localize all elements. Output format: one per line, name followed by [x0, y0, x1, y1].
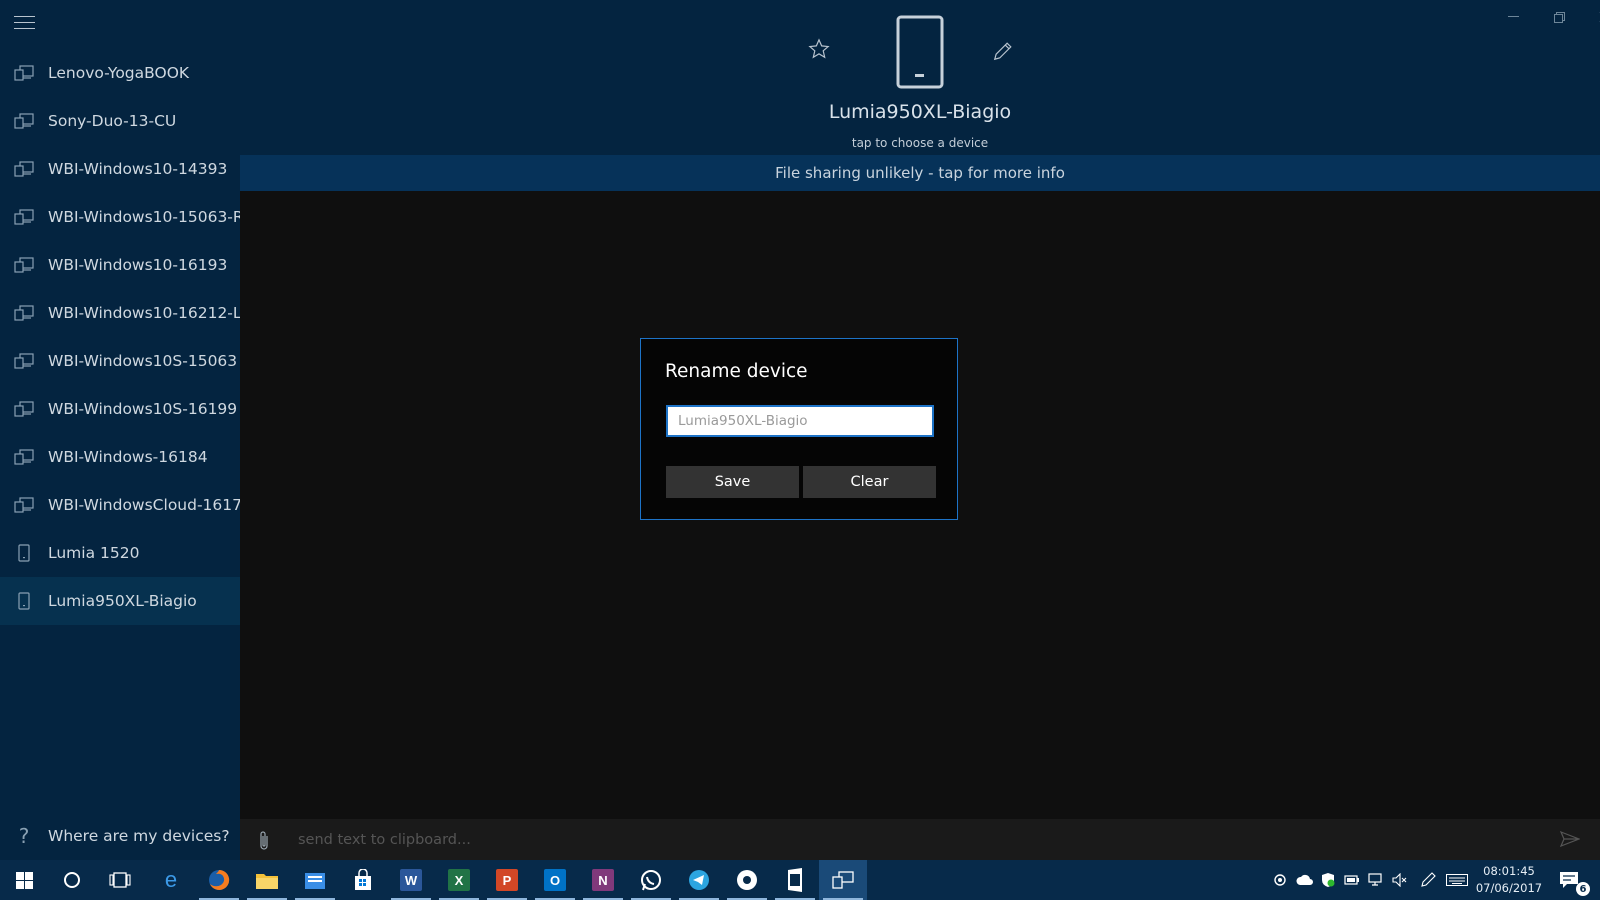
question-mark-icon: ?	[18, 824, 30, 848]
sidebar-device-item[interactable]: WBI-Windows10S-15063	[0, 337, 240, 385]
attachment-paperclip-icon[interactable]	[258, 830, 270, 856]
sidebar-device-item[interactable]: WBI-Windows10-14393	[0, 145, 240, 193]
sidebar-device-item[interactable]: Sony-Duo-13-CU	[0, 97, 240, 145]
favorite-star-icon[interactable]	[808, 38, 830, 64]
sidebar-device-label: WBI-Windows10-14393	[48, 160, 228, 178]
sidebar-device-item[interactable]: WBI-Windows10S-16199	[0, 385, 240, 433]
clock-time: 08:01:45	[1483, 864, 1535, 878]
pc-icon	[0, 497, 48, 513]
start-windows-icon[interactable]	[0, 860, 48, 900]
notification-count-badge: 6	[1576, 882, 1590, 896]
sidebar-device-item[interactable]: WBI-Windows10-16193	[0, 241, 240, 289]
pc-icon	[0, 257, 48, 273]
task-view-icon[interactable]	[96, 860, 144, 900]
phone-icon	[0, 592, 48, 610]
device-list: Lenovo-YogaBOOK Sony-Duo-13-CU WBI-Windows…	[0, 49, 240, 625]
save-button[interactable]: Save	[666, 466, 799, 498]
sidebar-device-label: WBI-Windows10S-15063	[48, 352, 238, 370]
sidebar-device-item[interactable]: WBI-WindowsCloud-16179	[0, 481, 240, 529]
clipboard-bar	[240, 819, 1600, 860]
device-header: Lumia950XL-Biagio tap to choose a device	[240, 0, 1600, 155]
sidebar-device-item[interactable]: Lumia 1520	[0, 529, 240, 577]
where-are-my-devices-link[interactable]: ? Where are my devices?	[0, 814, 230, 858]
sidebar-device-label: Lumia950XL-Biagio	[48, 592, 197, 610]
cortana-circle-icon[interactable]	[48, 860, 96, 900]
sidebar-device-label: Lenovo-YogaBOOK	[48, 64, 190, 82]
onedrive-cloud-icon[interactable]	[1294, 860, 1316, 900]
onenote-icon[interactable]: N	[579, 860, 627, 900]
defender-shield-icon[interactable]	[1318, 860, 1338, 900]
sidebar-device-item[interactable]: WBI-Windows10-15063-RTI	[0, 193, 240, 241]
telegram-icon[interactable]	[675, 860, 723, 900]
pen-ink-icon[interactable]	[1418, 860, 1438, 900]
clipboard-text-input[interactable]	[296, 825, 1500, 855]
file-sharing-banner[interactable]: File sharing unlikely - tap for more inf…	[240, 155, 1600, 191]
phone-icon	[0, 544, 48, 562]
excel-icon[interactable]: X	[435, 860, 483, 900]
store-bag-icon[interactable]	[339, 860, 387, 900]
where-are-my-devices-label: Where are my devices?	[48, 827, 230, 845]
powerpoint-icon[interactable]: P	[483, 860, 531, 900]
gear-app-icon[interactable]	[723, 860, 771, 900]
phone-companion-icon[interactable]	[771, 860, 819, 900]
pc-icon	[0, 161, 48, 177]
close-icon[interactable]	[1582, 6, 1600, 28]
sidebar-device-item[interactable]: Lumia950XL-Biagio	[0, 577, 240, 625]
restore-icon[interactable]	[1536, 6, 1582, 28]
minimize-icon[interactable]	[1490, 6, 1536, 28]
file-sharing-banner-text: File sharing unlikely - tap for more inf…	[775, 164, 1065, 182]
word-icon[interactable]: W	[387, 860, 435, 900]
outlook-icon[interactable]: O	[531, 860, 579, 900]
pc-icon	[0, 353, 48, 369]
sidebar-device-item[interactable]: Lenovo-YogaBOOK	[0, 49, 240, 97]
sidebar-device-label: WBI-Windows10-15063-RTI	[48, 208, 240, 226]
sidebar-device-label: WBI-Windows10S-16199	[48, 400, 238, 418]
battery-icon[interactable]	[1342, 860, 1362, 900]
file-explorer-icon[interactable]	[243, 860, 291, 900]
clear-button[interactable]: Clear	[803, 466, 936, 498]
sidebar-device-label: WBI-Windows10-16212-LEA	[48, 304, 240, 322]
sidebar-device-label: Sony-Duo-13-CU	[48, 112, 177, 130]
phone-device-icon[interactable]	[896, 15, 944, 93]
device-sidebar: Lenovo-YogaBOOK Sony-Duo-13-CU WBI-Windows…	[0, 0, 240, 860]
pc-icon	[0, 305, 48, 321]
firefox-icon[interactable]	[195, 860, 243, 900]
sidebar-device-label: Lumia 1520	[48, 544, 140, 562]
touch-keyboard-icon[interactable]	[1444, 860, 1470, 900]
file-manager-icon[interactable]	[291, 860, 339, 900]
whatsapp-icon[interactable]	[627, 860, 675, 900]
hamburger-menu-icon[interactable]	[14, 16, 35, 32]
selected-device-name[interactable]: Lumia950XL-Biagio	[240, 101, 1600, 123]
network-icon[interactable]	[1366, 860, 1386, 900]
sidebar-device-item[interactable]: WBI-Windows10-16212-LEA	[0, 289, 240, 337]
sidebar-device-label: WBI-Windows10-16193	[48, 256, 228, 274]
windows-taskbar: e W X P O N 08:01:45 07/06/2017 6	[0, 860, 1600, 900]
dialog-title: Rename device	[665, 361, 808, 382]
tap-to-choose-hint: tap to choose a device	[851, 136, 989, 150]
rename-device-dialog: Rename device Save Clear	[640, 338, 958, 520]
pc-icon	[0, 113, 48, 129]
tray-settings-icon[interactable]	[1270, 860, 1290, 900]
pc-icon	[0, 401, 48, 417]
rename-pencil-icon[interactable]	[992, 40, 1014, 66]
sidebar-device-item[interactable]: WBI-Windows-16184	[0, 433, 240, 481]
taskbar-clock[interactable]: 08:01:45 07/06/2017	[1474, 863, 1544, 897]
device-share-app-icon[interactable]	[819, 860, 867, 900]
volume-muted-icon[interactable]	[1390, 860, 1410, 900]
pc-icon	[0, 449, 48, 465]
sidebar-device-label: WBI-WindowsCloud-16179	[48, 496, 240, 514]
edge-browser-icon[interactable]: e	[147, 860, 195, 900]
pc-icon	[0, 65, 48, 81]
clock-date: 07/06/2017	[1475, 881, 1543, 895]
pc-icon	[0, 209, 48, 225]
device-name-input[interactable]	[666, 405, 934, 437]
sidebar-device-label: WBI-Windows-16184	[48, 448, 208, 466]
send-icon[interactable]	[1559, 830, 1581, 851]
